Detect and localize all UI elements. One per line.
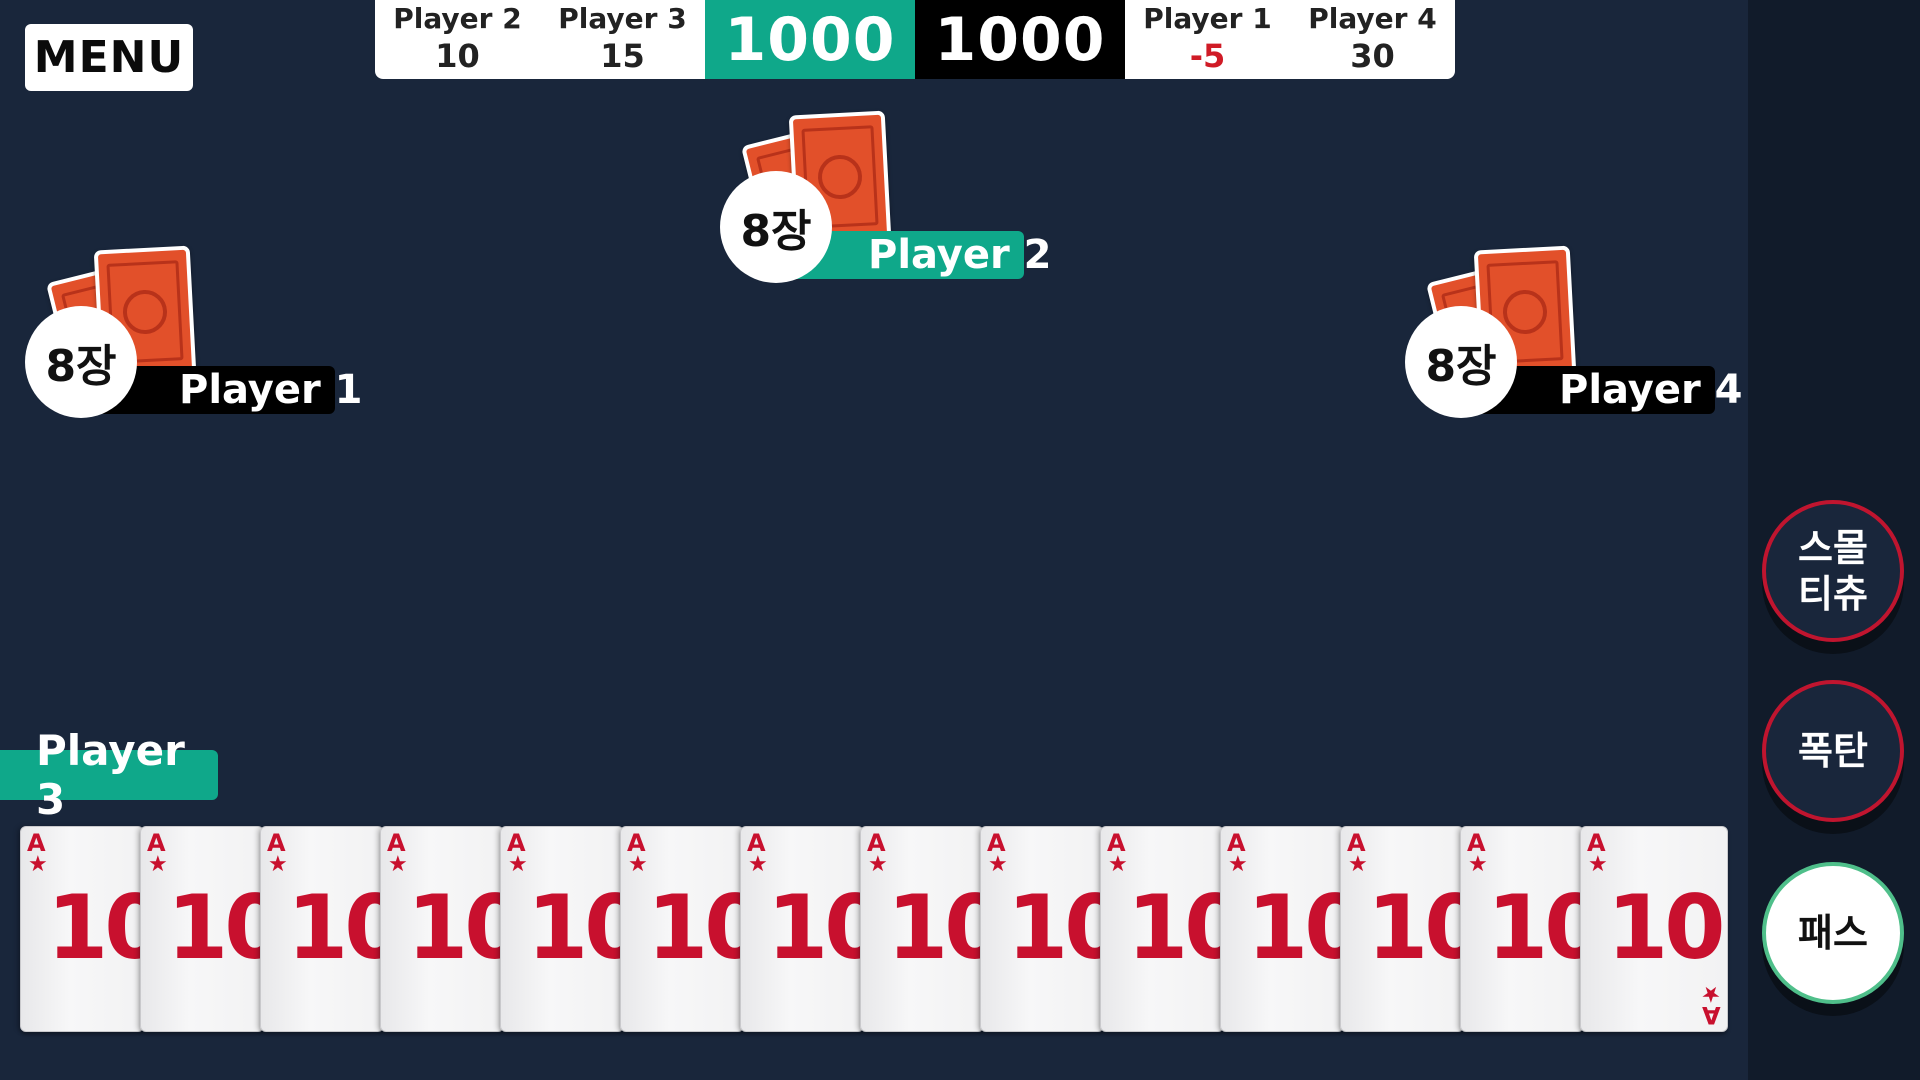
team-score-black: 1000	[915, 0, 1125, 79]
scoreboard: Player 2 10 Player 3 15 1000 1000 Player…	[375, 0, 1455, 79]
hand-card[interactable]: A ★ 10	[260, 826, 405, 1032]
card-count-badge: 8장	[1405, 306, 1517, 418]
player-hand: A ★ 10 A ★ 10 A ★ 10 A ★ 10 A ★ 10 A ★ 10 A ★ 10 A ★ 10 A ★ 10 A ★ 10…	[20, 826, 1730, 1032]
team-score-teal: 1000	[705, 0, 915, 79]
card-suit-icon: ★	[1588, 852, 1608, 877]
card-suit-icon: ★	[628, 852, 648, 877]
seat-player-2: Player 2 8장	[720, 105, 1051, 285]
card-suit-icon: ★	[988, 852, 1008, 877]
score-value: 30	[1350, 37, 1395, 75]
bomb-button[interactable]: 폭탄	[1762, 680, 1904, 822]
score-name: Player 4	[1308, 2, 1437, 35]
card-suit-icon: ★	[1348, 852, 1368, 877]
hand-card[interactable]: A ★ 10	[140, 826, 285, 1032]
card-suit-icon: ★	[1468, 852, 1488, 877]
seat-player-1: Player 1 8장	[25, 240, 362, 420]
small-tichu-label-line1: 스몰	[1798, 526, 1868, 570]
score-value: 10	[435, 37, 480, 75]
score-player-4: Player 4 30	[1297, 0, 1448, 79]
card-value: 10	[1607, 876, 1725, 979]
score-group-left: Player 2 10 Player 3 15	[375, 0, 705, 79]
hand-card[interactable]: A ★ 10	[500, 826, 645, 1032]
hand-card[interactable]: A ★ 10	[620, 826, 765, 1032]
small-tichu-label-line2: 티츄	[1798, 572, 1868, 616]
hand-card[interactable]: A ★ 10	[1220, 826, 1365, 1032]
score-value: -5	[1189, 37, 1226, 75]
card-rank-bottom: A	[1702, 1001, 1721, 1029]
card-suit-icon-bottom: ★	[1701, 981, 1721, 1006]
score-player-1: Player 1 -5	[1132, 0, 1283, 79]
card-suit-icon: ★	[148, 852, 168, 877]
hand-card[interactable]: A ★ 10	[1460, 826, 1605, 1032]
card-suit-icon: ★	[388, 852, 408, 877]
pass-button[interactable]: 패스	[1762, 862, 1904, 1004]
card-count-badge: 8장	[720, 171, 832, 283]
score-name: Player 1	[1143, 2, 1272, 35]
card-suit-icon: ★	[748, 852, 768, 877]
card-suit-icon: ★	[1228, 852, 1248, 877]
hand-card[interactable]: A ★ 10	[1340, 826, 1485, 1032]
card-count-badge: 8장	[25, 306, 137, 418]
score-name: Player 3	[558, 2, 687, 35]
small-tichu-button[interactable]: 스몰 티츄	[1762, 500, 1904, 642]
hand-card[interactable]: A ★ 10	[980, 826, 1125, 1032]
score-value: 15	[600, 37, 645, 75]
hand-card[interactable]: A ★ 10 A ★	[1580, 826, 1728, 1032]
hand-card[interactable]: A ★ 10	[20, 826, 165, 1032]
card-suit-icon: ★	[28, 852, 48, 877]
card-suit-icon: ★	[508, 852, 528, 877]
card-suit-icon: ★	[868, 852, 888, 877]
hand-card[interactable]: A ★ 10	[740, 826, 885, 1032]
card-suit-icon: ★	[1108, 852, 1128, 877]
score-group-right: Player 1 -5 Player 4 30	[1125, 0, 1455, 79]
hand-card[interactable]: A ★ 10	[380, 826, 525, 1032]
my-player-label: Player 3	[0, 726, 218, 824]
score-player-2: Player 2 10	[382, 0, 533, 79]
score-player-3: Player 3 15	[547, 0, 698, 79]
hand-card[interactable]: A ★ 10	[860, 826, 1005, 1032]
score-name: Player 2	[393, 2, 522, 35]
card-suit-icon: ★	[268, 852, 288, 877]
hand-card[interactable]: A ★ 10	[1100, 826, 1245, 1032]
seat-player-4: Player 4 8장	[1405, 240, 1742, 420]
menu-button[interactable]: MENU	[25, 24, 193, 91]
